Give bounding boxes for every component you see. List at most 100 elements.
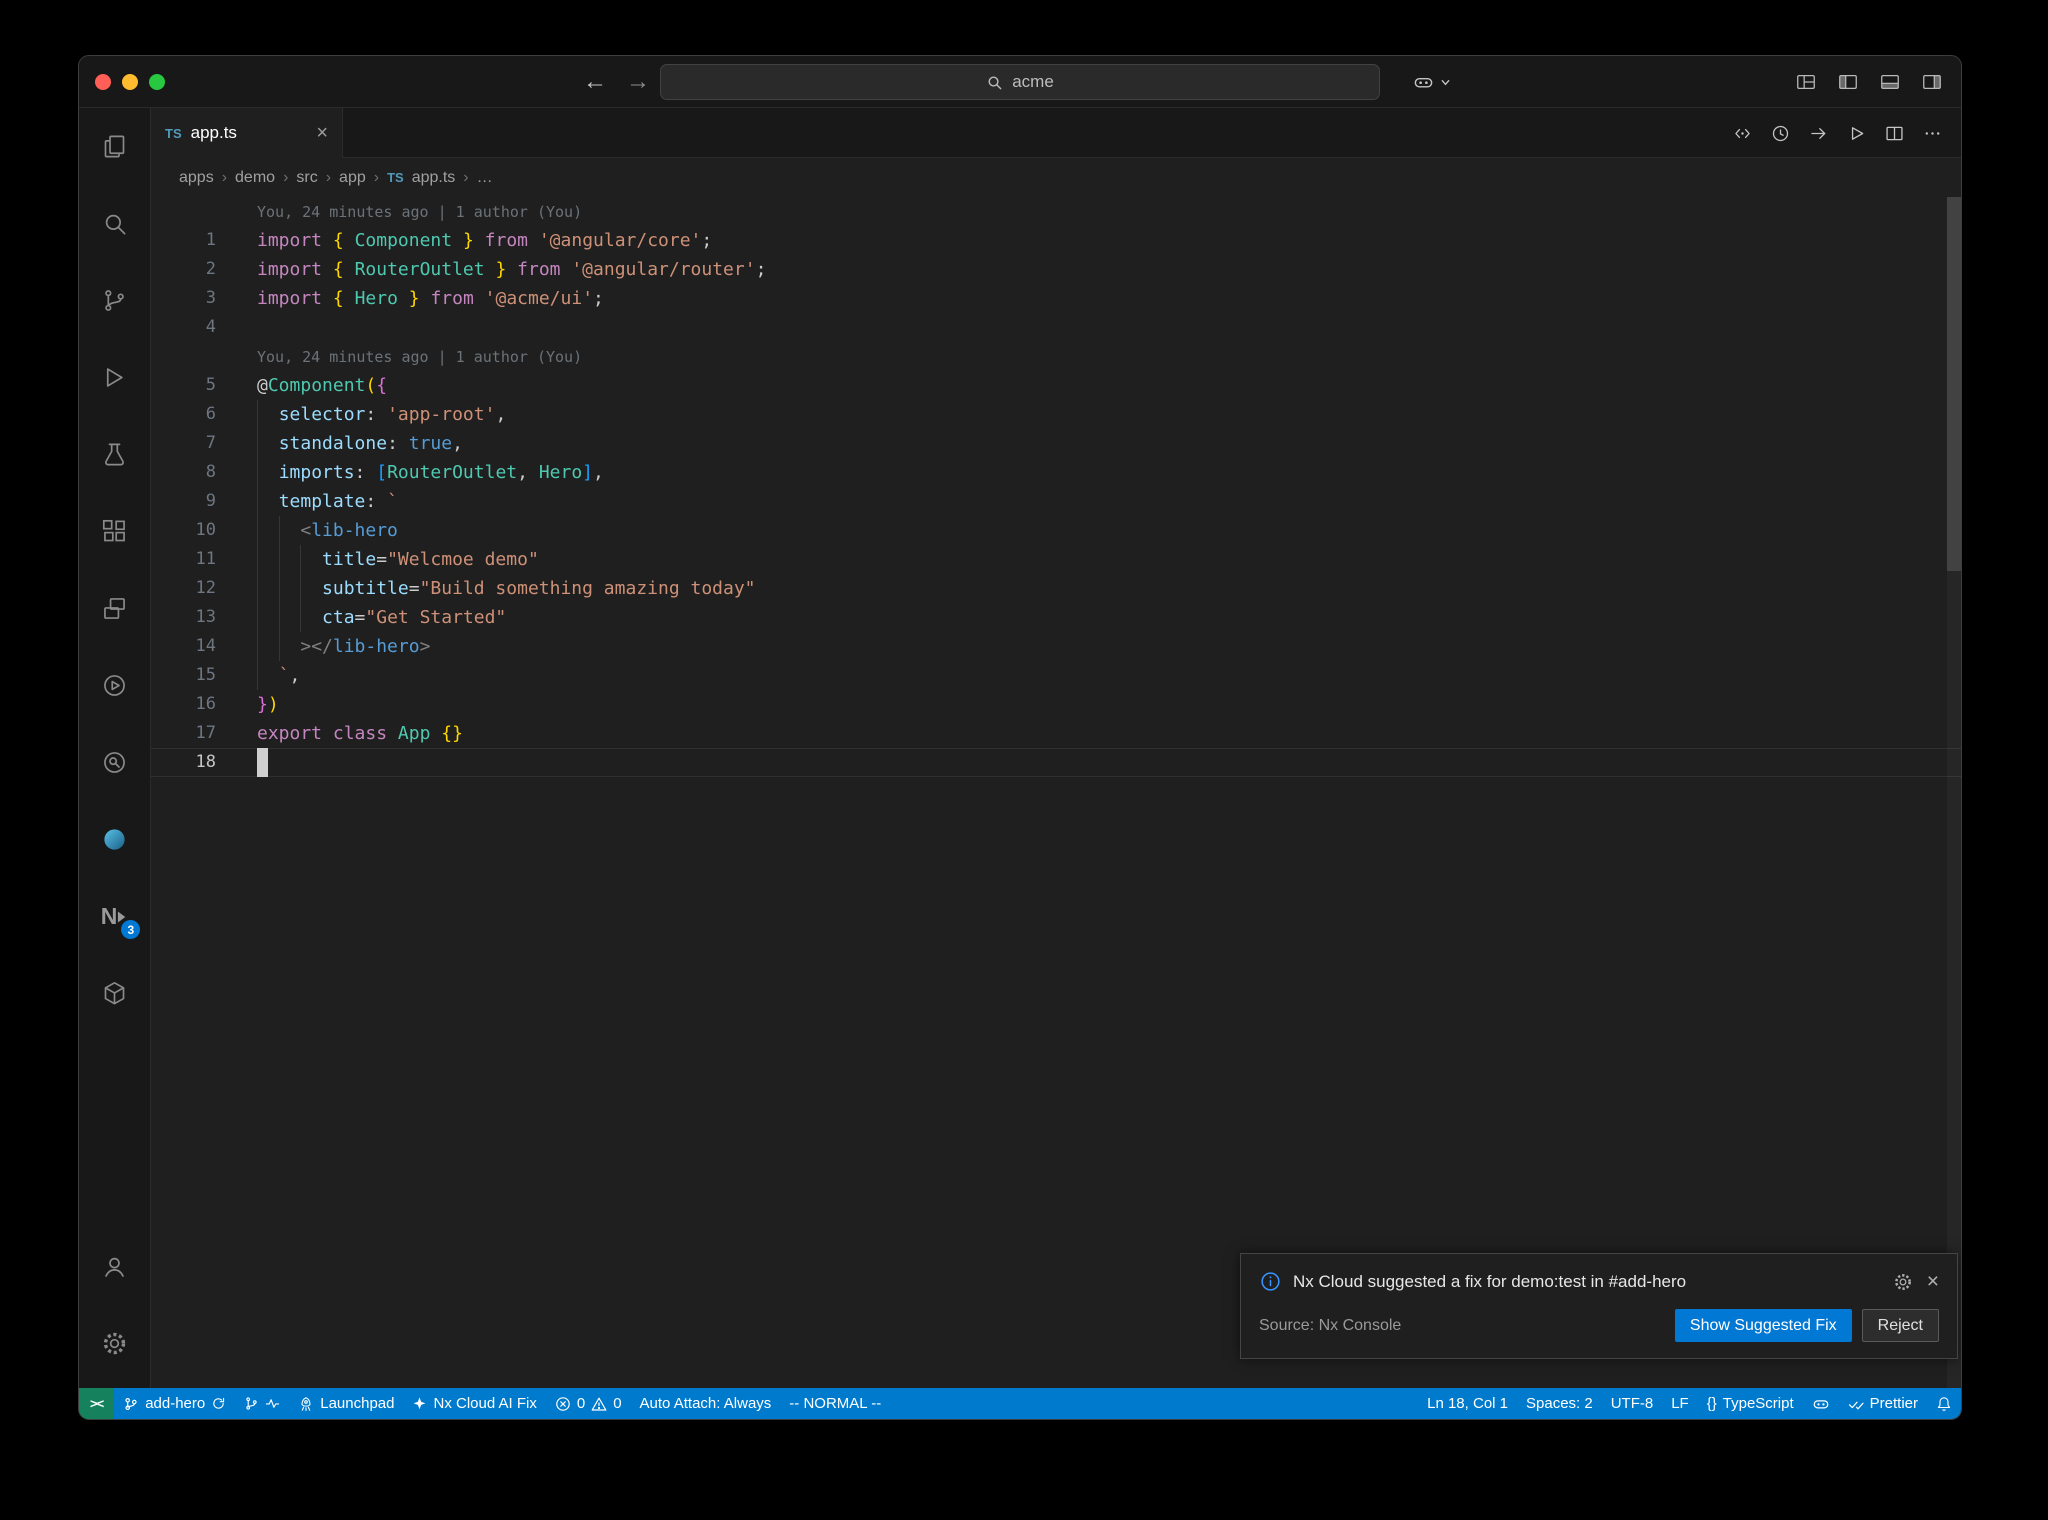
editor[interactable]: You, 24 minutes ago | 1 author (You) 1 imp… — [151, 197, 1961, 1388]
nx-cloud-fix-item[interactable]: Nx Cloud AI Fix — [403, 1388, 545, 1419]
sidebar-item-search[interactable] — [79, 185, 150, 262]
sidebar-item-settings[interactable] — [79, 1305, 150, 1382]
line-content: title="Welcmoe demo" — [257, 545, 1961, 574]
line-number: 6 — [205, 404, 216, 424]
problems-item[interactable]: 0 0 — [546, 1388, 631, 1419]
formatter-item[interactable]: Prettier — [1839, 1388, 1927, 1419]
sidebar-item-nx-console[interactable]: N 3 — [79, 878, 150, 955]
sidebar-item-gitlens-inspect[interactable] — [79, 724, 150, 801]
go-forward-icon[interactable] — [1808, 123, 1829, 144]
reject-button[interactable]: Reject — [1861, 1309, 1939, 1342]
launchpad-label: Launchpad — [320, 1395, 395, 1412]
sidebar-item-run-debug[interactable] — [79, 339, 150, 416]
code-line: 2 import { RouterOutlet } from '@angular/… — [151, 255, 1961, 284]
inspect-magnifier-icon — [104, 752, 125, 773]
commit-graph-item[interactable] — [235, 1388, 289, 1419]
breadcrumb-demo[interactable]: demo — [235, 169, 275, 187]
run-file-icon[interactable] — [1846, 123, 1867, 144]
run-debug-icon — [106, 368, 123, 387]
code-line: 7 standalone: true, — [151, 429, 1961, 458]
code-line: 14 ></lib-hero> — [151, 632, 1961, 661]
chevron-right-icon: › — [463, 168, 469, 186]
sidebar-item-containers[interactable] — [79, 955, 150, 1032]
breadcrumb-app[interactable]: app — [339, 169, 366, 187]
extensions-icon — [102, 519, 125, 542]
notification-settings-icon[interactable] — [1893, 1272, 1913, 1292]
chevron-right-icon: › — [283, 168, 289, 186]
line-number: 7 — [205, 433, 216, 453]
line-content: import { RouterOutlet } from '@angular/r… — [257, 259, 767, 280]
breadcrumb-symbol[interactable]: … — [477, 169, 493, 187]
navigate-back-icon[interactable]: ← — [583, 56, 607, 107]
toggle-panel-icon[interactable] — [1879, 71, 1901, 93]
blame-annotation: You, 24 minutes ago | 1 author (You) — [257, 203, 583, 221]
launchpad-item[interactable]: Launchpad — [289, 1388, 403, 1419]
sidebar-item-extension-sphere[interactable] — [79, 801, 150, 878]
vscode-window: ← → acme N 3 TS app.ts × apps › demo › s… — [78, 55, 1962, 1420]
editor-group: TS app.ts × apps › demo › src › app › TS… — [151, 108, 1961, 1388]
remote-indicator[interactable]: >< — [79, 1388, 115, 1419]
zoom-window-button[interactable] — [149, 73, 165, 90]
navigate-forward-icon[interactable]: → — [626, 56, 650, 107]
sidebar-item-testing[interactable] — [79, 416, 150, 493]
line-number — [151, 342, 257, 371]
language-mode-item[interactable]: {} TypeScript — [1698, 1388, 1803, 1419]
close-tab-icon[interactable]: × — [316, 123, 328, 143]
more-actions-icon[interactable] — [1922, 123, 1943, 144]
pulse-icon — [266, 1399, 280, 1408]
customize-layout-icon[interactable] — [1795, 71, 1817, 93]
close-window-button[interactable] — [95, 73, 111, 90]
line-content — [257, 313, 1961, 342]
branch-item[interactable]: add-hero — [114, 1388, 235, 1419]
code-line: 4 — [151, 313, 1961, 342]
editor-scrollbar[interactable] — [1947, 197, 1961, 1388]
sidebar-item-extensions[interactable] — [79, 493, 150, 570]
notifications-bell-item[interactable] — [1927, 1388, 1961, 1419]
sidebar-item-run-circle[interactable] — [79, 647, 150, 724]
open-changes-icon[interactable] — [1732, 123, 1753, 144]
auto-attach-item[interactable]: Auto Attach: Always — [631, 1388, 781, 1419]
toggle-secondary-sidebar-icon[interactable] — [1921, 71, 1943, 93]
indentation-item[interactable]: Spaces: 2 — [1517, 1388, 1602, 1419]
breadcrumb-src[interactable]: src — [296, 169, 317, 187]
code-line: 1 import { Component } from '@angular/cor… — [151, 226, 1961, 255]
window-controls — [95, 56, 165, 107]
blame-annotation: You, 24 minutes ago | 1 author (You) — [257, 348, 583, 366]
sidebar-item-remote-explorer[interactable] — [79, 570, 150, 647]
eol-item[interactable]: LF — [1662, 1388, 1698, 1419]
sidebar-item-explorer[interactable] — [79, 108, 150, 185]
copilot-status-item[interactable] — [1803, 1388, 1839, 1419]
sidebar-item-source-control[interactable] — [79, 262, 150, 339]
chevron-right-icon: › — [325, 168, 332, 186]
line-content — [257, 748, 1961, 777]
tab-app-ts[interactable]: TS app.ts × — [151, 108, 343, 158]
line-number: 12 — [195, 578, 216, 598]
eol-label: LF — [1671, 1395, 1689, 1412]
bell-icon — [1937, 1396, 1951, 1411]
vim-mode-item[interactable]: -- NORMAL -- — [780, 1388, 890, 1419]
cursor-position-item[interactable]: Ln 18, Col 1 — [1418, 1388, 1517, 1419]
copilot-menu[interactable] — [1412, 64, 1451, 100]
desktop-background: ← → acme N 3 TS app.ts × apps › demo › s… — [0, 0, 2048, 1520]
commit-graph-icon — [246, 1397, 257, 1410]
scrollbar-thumb[interactable] — [1947, 197, 1961, 571]
encoding-item[interactable]: UTF-8 — [1602, 1388, 1663, 1419]
show-suggested-fix-button[interactable]: Show Suggested Fix — [1674, 1309, 1852, 1342]
code-line: 13 cta="Get Started" — [151, 603, 1961, 632]
minimize-window-button[interactable] — [122, 73, 138, 90]
line-content: imports: [RouterOutlet, Hero], — [257, 458, 1961, 487]
toggle-sidebar-icon[interactable] — [1837, 71, 1859, 93]
line-number: 14 — [195, 636, 216, 656]
breadcrumb-apps[interactable]: apps — [179, 169, 214, 187]
notification-header: Nx Cloud suggested a fix for demo:test i… — [1259, 1270, 1939, 1293]
code-line: 8 imports: [RouterOutlet, Hero], — [151, 458, 1961, 487]
line-number: 16 — [195, 694, 216, 714]
code-line: 18 — [151, 748, 1961, 777]
file-history-icon[interactable] — [1770, 123, 1791, 144]
command-center-search[interactable]: acme — [660, 64, 1380, 100]
split-editor-icon[interactable] — [1884, 123, 1905, 144]
notification-close-icon[interactable]: × — [1927, 1271, 1939, 1292]
sidebar-item-accounts[interactable] — [79, 1228, 150, 1305]
line-content: import { Component } from '@angular/core… — [257, 230, 713, 251]
breadcrumb-file[interactable]: app.ts — [412, 169, 456, 187]
